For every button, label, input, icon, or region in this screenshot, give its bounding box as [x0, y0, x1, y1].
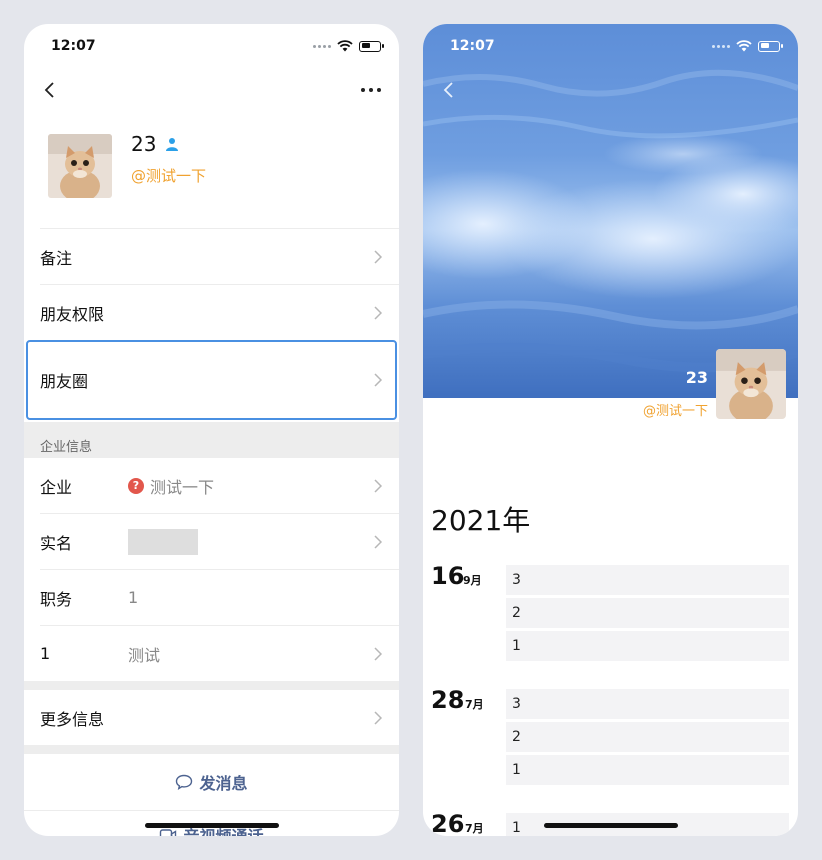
- chat-bubble-icon: [176, 774, 193, 790]
- chevron-right-icon: [374, 249, 383, 264]
- selection-highlight: [26, 340, 397, 420]
- avatar[interactable]: [716, 349, 786, 419]
- send-message-label: 发消息: [199, 774, 248, 793]
- realname-label: 实名: [40, 533, 73, 553]
- section-gap: [24, 745, 399, 754]
- divider: [24, 810, 399, 811]
- question-mark-icon[interactable]: ?: [128, 477, 144, 494]
- profile-handle: @测试一下: [131, 167, 207, 185]
- home-indicator: [144, 823, 279, 828]
- status-icons: [712, 40, 783, 52]
- send-message-button[interactable]: 发消息: [24, 754, 399, 810]
- custom-field-value: 测试: [128, 645, 161, 665]
- status-bar: 12:07: [423, 24, 798, 68]
- friend-permission-row[interactable]: 朋友权限: [24, 285, 399, 340]
- cover-handle: @测试一下: [642, 404, 708, 419]
- company-row[interactable]: 企业 ? 测试一下: [24, 458, 399, 513]
- company-value-text: 测试一下: [150, 477, 215, 497]
- chevron-right-icon: [374, 534, 383, 549]
- position-row: 职务 1: [24, 570, 399, 625]
- more-info-row[interactable]: 更多信息: [24, 690, 399, 745]
- remark-label: 备注: [40, 248, 73, 268]
- wifi-icon: [736, 40, 752, 52]
- nav-bar: [423, 68, 798, 112]
- moment-post[interactable]: 3: [506, 689, 789, 719]
- nav-bar: [24, 68, 399, 112]
- position-value: 1: [128, 588, 139, 607]
- profile-name-text: 23: [131, 132, 157, 156]
- moment-post[interactable]: 1: [506, 755, 789, 785]
- more-options-icon[interactable]: [361, 88, 381, 92]
- date-month: 7月: [465, 698, 484, 711]
- contact-profile-screen: 12:07 23 @测试一下 备注 朋友权限 朋友圈 企业信息 企业 ? 测试一…: [24, 24, 399, 836]
- section-gap: [24, 681, 399, 690]
- date-day: 16: [431, 562, 465, 590]
- battery-icon: [359, 40, 384, 52]
- moment-post[interactable]: 2: [506, 598, 789, 628]
- date-month: 7月: [465, 822, 484, 835]
- profile-header: 23 @测试一下: [24, 112, 399, 228]
- chevron-right-icon: [374, 478, 383, 493]
- moments-screen: 12:07 23 @测试一下 2021年 16 9月 3 2 1 28 7月 3…: [423, 24, 798, 836]
- realname-row[interactable]: 实名: [24, 514, 399, 569]
- cover-name: 23: [685, 368, 708, 387]
- video-call-icon: [160, 829, 177, 836]
- signal-icon: [712, 44, 730, 48]
- chevron-right-icon: [374, 305, 383, 320]
- moment-post[interactable]: 3: [506, 565, 789, 595]
- date-month: 9月: [463, 574, 482, 587]
- custom-field-row[interactable]: 1 测试: [24, 626, 399, 681]
- more-info-label: 更多信息: [40, 709, 105, 729]
- wifi-icon: [337, 40, 353, 52]
- remark-row[interactable]: 备注: [24, 229, 399, 284]
- status-bar: 12:07: [24, 24, 399, 68]
- date-day: 28: [431, 686, 465, 714]
- chevron-right-icon: [374, 710, 383, 725]
- year-heading: 2021年: [431, 504, 531, 537]
- moment-post[interactable]: 2: [506, 722, 789, 752]
- status-time: 12:07: [450, 38, 495, 54]
- moment-post[interactable]: 1: [506, 631, 789, 661]
- person-icon: [166, 138, 179, 151]
- avatar[interactable]: [48, 134, 112, 198]
- company-section-title: 企业信息: [40, 440, 93, 455]
- friend-permission-label: 朋友权限: [40, 304, 105, 324]
- home-indicator: [543, 823, 678, 828]
- masked-name: [128, 528, 198, 555]
- back-arrow-icon[interactable]: [40, 80, 60, 100]
- company-section-header: 企业信息: [24, 422, 399, 458]
- signal-icon: [313, 44, 331, 48]
- company-label: 企业: [40, 477, 73, 497]
- status-icons: [313, 40, 384, 52]
- profile-name: 23: [131, 132, 180, 156]
- chevron-right-icon: [374, 646, 383, 661]
- company-value: ? 测试一下: [128, 474, 214, 498]
- status-time: 12:07: [51, 38, 96, 54]
- position-label: 职务: [40, 589, 73, 609]
- custom-field-label: 1: [40, 644, 51, 663]
- battery-icon: [758, 40, 783, 52]
- back-arrow-icon[interactable]: [439, 80, 459, 100]
- realname-value: [128, 528, 198, 555]
- date-day: 26: [431, 810, 465, 836]
